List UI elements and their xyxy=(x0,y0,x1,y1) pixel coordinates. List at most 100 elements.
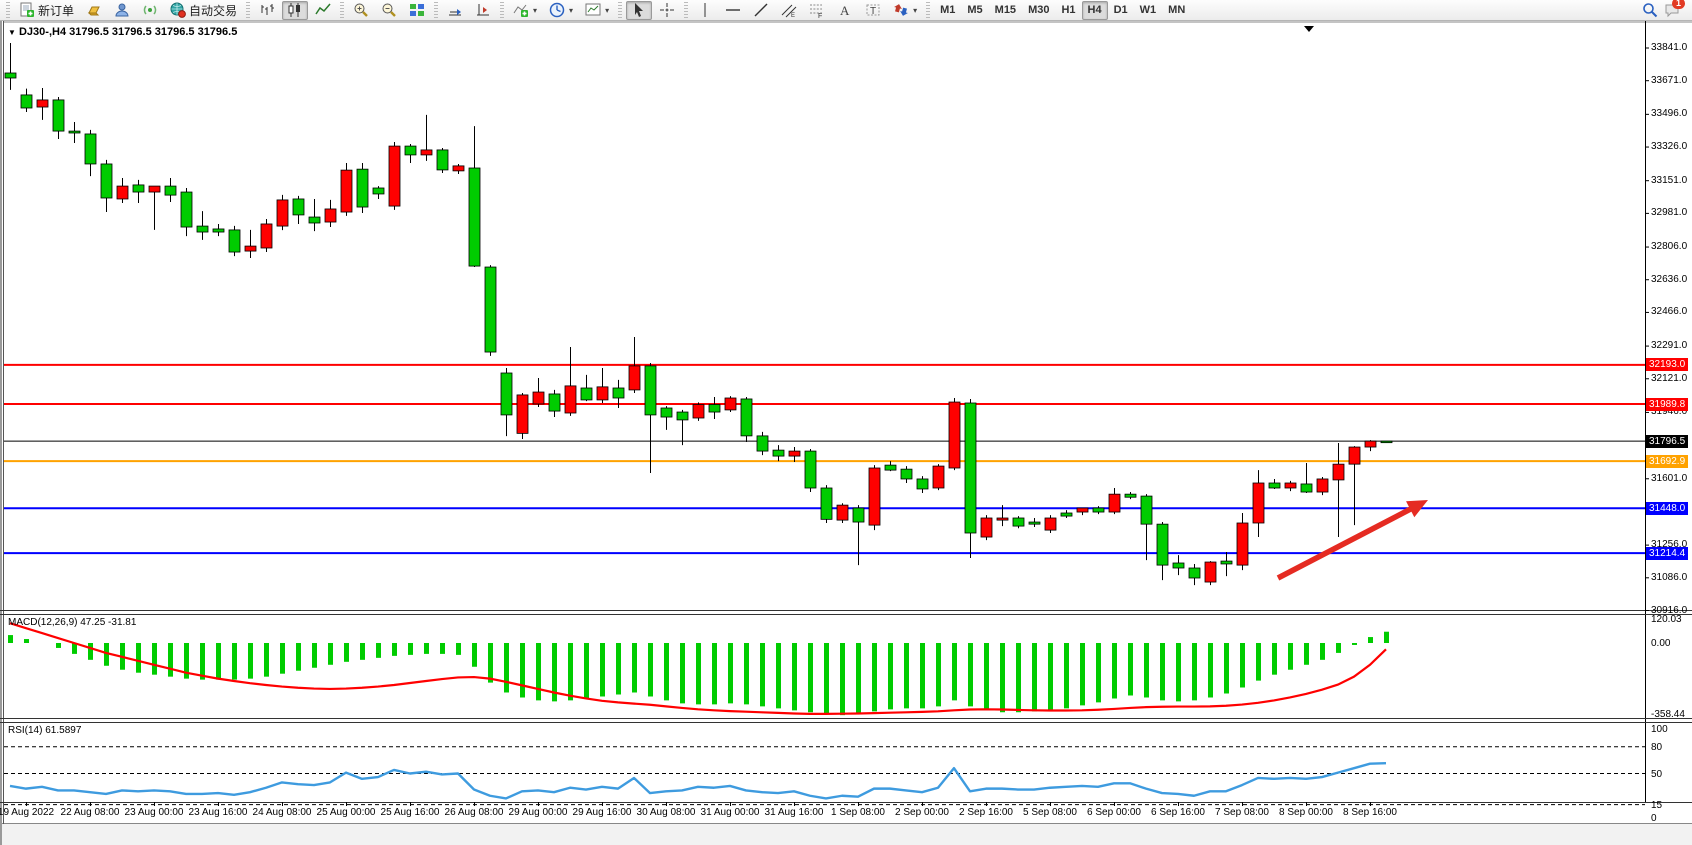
tile-windows-icon xyxy=(409,2,425,18)
macd-axis-label: 120.03 xyxy=(1651,614,1682,625)
candle-body xyxy=(21,95,32,108)
timeframe-button-m1[interactable]: M1 xyxy=(934,1,961,20)
timeframe-button-h4[interactable]: H4 xyxy=(1082,1,1108,20)
price-axis-label: 31086.0 xyxy=(1651,572,1687,583)
time-axis-label[interactable]: 31 Aug 16:00 xyxy=(765,807,824,818)
candle-body xyxy=(1205,562,1216,582)
time-axis-label[interactable]: 25 Aug 00:00 xyxy=(317,807,376,818)
tile-windows-button[interactable] xyxy=(404,1,430,20)
time-axis-label[interactable]: 24 Aug 08:00 xyxy=(253,807,312,818)
candle-body xyxy=(901,469,912,479)
candle-body xyxy=(869,468,880,525)
indicators-button[interactable]: ▾ xyxy=(508,1,542,20)
label-tool-button[interactable]: T xyxy=(860,1,886,20)
time-axis-label[interactable]: 2 Sep 16:00 xyxy=(959,807,1013,818)
signals-button[interactable] xyxy=(137,1,163,20)
market-watch-button[interactable] xyxy=(81,1,107,20)
timeframe-button-h1[interactable]: H1 xyxy=(1055,1,1081,20)
auto-trade-button[interactable]: 自动交易 xyxy=(165,1,242,20)
time-axis-label[interactable]: 23 Aug 00:00 xyxy=(125,807,184,818)
candle-body xyxy=(149,186,160,192)
time-axis-label[interactable]: 29 Aug 16:00 xyxy=(573,807,632,818)
timeframe-button-w1[interactable]: W1 xyxy=(1134,1,1163,20)
chart-shift-marker xyxy=(1304,26,1314,32)
new-order-icon xyxy=(19,2,35,18)
crosshair-button[interactable] xyxy=(654,1,680,20)
collapse-arrow-icon[interactable]: ▼ xyxy=(8,28,16,37)
channel-tool-button[interactable]: E xyxy=(776,1,802,20)
candle-body xyxy=(581,388,592,400)
time-axis-label[interactable]: 8 Sep 00:00 xyxy=(1279,807,1333,818)
chat-icon[interactable]: 1 xyxy=(1664,2,1680,18)
candle-body xyxy=(1045,518,1056,530)
time-axis-label[interactable]: 29 Aug 00:00 xyxy=(509,807,568,818)
periods-button[interactable]: ▾ xyxy=(544,1,578,20)
line-chart-button[interactable] xyxy=(310,1,336,20)
candle-body xyxy=(341,170,352,212)
time-axis-label[interactable]: 23 Aug 16:00 xyxy=(189,807,248,818)
toolbar: 新订单 自动交易 ▾ ▾ ▾ E F A T ▾ M1M5M15M30H1H4D… xyxy=(0,0,1692,21)
candle-body xyxy=(1269,483,1280,488)
time-axis-label[interactable]: 26 Aug 08:00 xyxy=(445,807,504,818)
timeframe-button-m30[interactable]: M30 xyxy=(1022,1,1055,20)
chart-shift-button[interactable] xyxy=(470,1,496,20)
bar-chart-button[interactable] xyxy=(254,1,280,20)
fibonacci-tool-button[interactable]: F xyxy=(804,1,830,20)
candle-body xyxy=(1333,464,1344,480)
timeframe-button-d1[interactable]: D1 xyxy=(1108,1,1134,20)
candle-body xyxy=(1013,518,1024,526)
svg-text:T: T xyxy=(870,6,876,17)
time-axis-label[interactable]: 30 Aug 08:00 xyxy=(637,807,696,818)
search-icon[interactable] xyxy=(1642,2,1658,18)
candle-body xyxy=(1125,494,1136,497)
time-axis-label[interactable]: 31 Aug 00:00 xyxy=(701,807,760,818)
candle-body xyxy=(1365,441,1376,447)
text-tool-button[interactable]: A xyxy=(832,1,858,20)
toolbar-grip[interactable] xyxy=(6,2,10,18)
time-axis-label[interactable]: 2 Sep 00:00 xyxy=(895,807,949,818)
time-axis-label[interactable]: 6 Sep 00:00 xyxy=(1087,807,1141,818)
candle-body xyxy=(101,164,112,198)
candle-body xyxy=(197,226,208,232)
profile-button[interactable] xyxy=(109,1,135,20)
time-axis-label[interactable]: 25 Aug 16:00 xyxy=(381,807,440,818)
candle-body xyxy=(277,200,288,226)
rsi-axis-label: 100 xyxy=(1651,724,1668,735)
time-axis-label[interactable]: 1 Sep 08:00 xyxy=(831,807,885,818)
timeframe-button-m5[interactable]: M5 xyxy=(961,1,988,20)
templates-button[interactable]: ▾ xyxy=(580,1,614,20)
timeframe-button-mn[interactable]: MN xyxy=(1162,1,1191,20)
macd-indicator-label: MACD(12,26,9) 47.25 -31.81 xyxy=(8,617,136,628)
candlestick-button[interactable] xyxy=(282,1,308,20)
zoom-out-button[interactable] xyxy=(376,1,402,20)
time-axis-label[interactable]: 19 Aug 2022 xyxy=(0,807,54,818)
trendline-tool-button[interactable] xyxy=(748,1,774,20)
candle-body xyxy=(789,451,800,456)
globe-icon xyxy=(170,2,186,18)
new-order-button[interactable]: 新订单 xyxy=(14,1,79,20)
zoom-in-button[interactable] xyxy=(348,1,374,20)
price-badge-31796.5: 31796.5 xyxy=(1646,435,1688,448)
time-axis-label[interactable]: 8 Sep 16:00 xyxy=(1343,807,1397,818)
hline-tool-button[interactable] xyxy=(720,1,746,20)
candle-body xyxy=(805,451,816,488)
chart-canvas[interactable] xyxy=(0,21,1692,845)
zoom-out-icon xyxy=(381,2,397,18)
candle-body xyxy=(1349,447,1360,464)
timeframe-button-m15[interactable]: M15 xyxy=(989,1,1022,20)
auto-trade-label: 自动交易 xyxy=(189,2,237,19)
time-axis-label[interactable]: 22 Aug 08:00 xyxy=(61,807,120,818)
zoom-in-icon xyxy=(353,2,369,18)
indicators-icon xyxy=(513,2,529,18)
time-axis-label[interactable]: 6 Sep 16:00 xyxy=(1151,807,1205,818)
time-axis-label[interactable]: 5 Sep 08:00 xyxy=(1023,807,1077,818)
cursor-button[interactable] xyxy=(626,1,652,20)
candle-body xyxy=(293,199,304,215)
shapes-tool-button[interactable]: ▾ xyxy=(888,1,922,20)
crosshair-icon xyxy=(659,2,675,18)
time-axis-label[interactable]: 7 Sep 08:00 xyxy=(1215,807,1269,818)
vline-tool-button[interactable] xyxy=(692,1,718,20)
candle-body xyxy=(373,188,384,194)
auto-scroll-button[interactable] xyxy=(442,1,468,20)
price-badge-31214.4: 31214.4 xyxy=(1646,547,1688,560)
